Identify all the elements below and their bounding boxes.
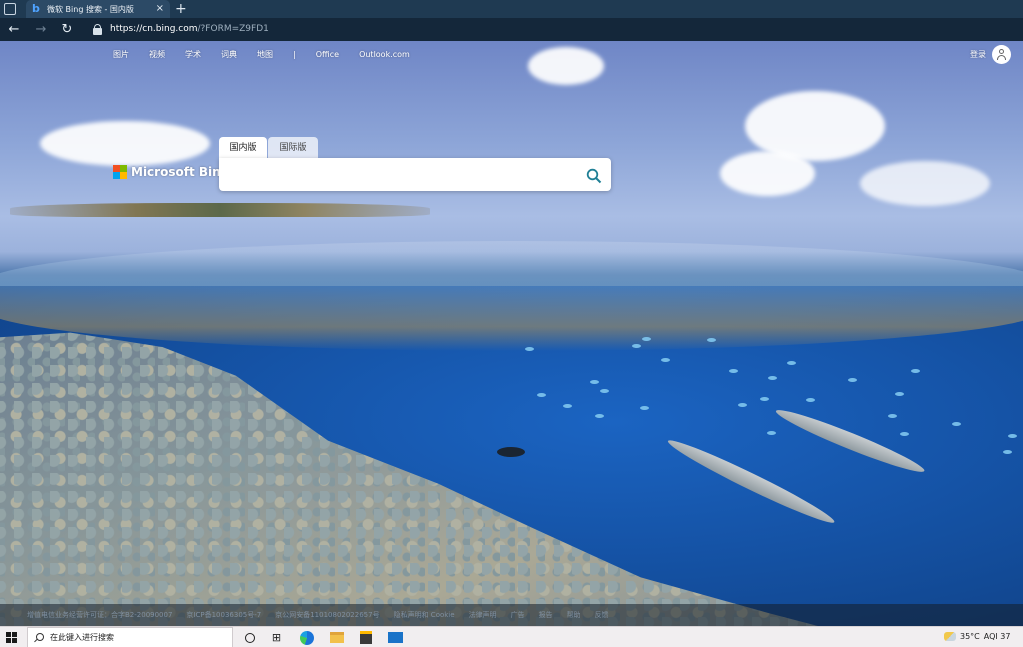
windows-taskbar: 在此键入进行搜索 ⊞ 35°C AQI 37 [0, 626, 1023, 647]
nav-outlook[interactable]: Outlook.com [359, 50, 410, 59]
background-fish [525, 347, 534, 351]
background-fish [642, 337, 651, 341]
taskbar-search-icon [34, 632, 44, 643]
footer-legal[interactable]: 法律声明 [469, 610, 497, 620]
background-fish [729, 369, 738, 373]
tab-title: 微软 Bing 搜索 - 国内版 [47, 4, 134, 14]
microsoft-bing-logo[interactable]: Microsoft Bing [113, 165, 229, 179]
search-box [219, 158, 611, 191]
background-fish [806, 398, 815, 402]
background-island [10, 203, 430, 217]
footer-feedback[interactable]: 反馈 [595, 610, 609, 620]
nav-images[interactable]: 图片 [113, 49, 129, 60]
search-icon[interactable] [586, 168, 602, 184]
background-fish [787, 361, 796, 365]
nav-videos[interactable]: 视频 [149, 49, 165, 60]
browser-tab[interactable]: b 微软 Bing 搜索 - 国内版 × [26, 0, 170, 18]
background-fish [738, 403, 747, 407]
background-fish [848, 378, 857, 382]
tab-international-edition[interactable]: 国际版 [268, 137, 318, 159]
footer-help[interactable]: 帮助 [567, 610, 581, 620]
background-fish [895, 392, 904, 396]
footer-ads[interactable]: 广告 [511, 610, 525, 620]
mail-icon[interactable] [388, 630, 403, 645]
nav-dictionary[interactable]: 词典 [221, 49, 237, 60]
footer-license[interactable]: 增值电信业务经营许可证：合字B2-20090007 [27, 610, 172, 620]
partly-sunny-icon [944, 632, 956, 641]
background-cloud [860, 161, 990, 206]
background-fish [537, 393, 546, 397]
background-fish [911, 369, 920, 373]
background-fish [595, 414, 604, 418]
background-cloud [528, 47, 604, 85]
forward-arrow-icon[interactable]: → [33, 22, 49, 38]
nav-academic[interactable]: 学术 [185, 49, 201, 60]
tab-actions-icon[interactable] [4, 3, 16, 15]
microsoft-logo-icon [113, 165, 127, 179]
sign-in-link[interactable]: 登录 [970, 49, 986, 60]
background-fish [640, 406, 649, 410]
weather-widget[interactable]: 35°C AQI 37 [944, 632, 1010, 641]
edge-browser-icon[interactable] [299, 630, 314, 645]
bing-homepage: 图片 视频 学术 词典 地图 | Office Outlook.com 登录 M… [0, 41, 1023, 626]
tab-close-icon[interactable]: × [156, 4, 164, 14]
background-fish [590, 380, 599, 384]
background-fish [707, 338, 716, 342]
background-fish [600, 389, 609, 393]
logo-text: Microsoft Bing [131, 165, 230, 179]
search-input[interactable] [229, 164, 569, 184]
page-footer: 增值电信业务经营许可证：合字B2-20090007 京ICP备10036305号… [0, 604, 1023, 626]
background-fish [563, 404, 572, 408]
background-fish [1003, 450, 1012, 454]
background-cloud [40, 121, 210, 166]
footer-report[interactable]: 报告 [539, 610, 553, 620]
back-arrow-icon[interactable]: ← [6, 22, 22, 38]
tab-china-edition[interactable]: 国内版 [219, 137, 267, 159]
weather-aqi: AQI 37 [983, 632, 1011, 641]
browser-tab-strip: b 微软 Bing 搜索 - 国内版 × + [0, 0, 1023, 18]
address-bar[interactable]: https://cn.bing.com/?FORM=Z9FD1 [110, 23, 269, 36]
background-fish [952, 422, 961, 426]
user-avatar-icon[interactable] [992, 45, 1011, 64]
background-dark-fish [497, 447, 525, 457]
background-fish [767, 431, 776, 435]
taskbar-search-placeholder: 在此键入进行搜索 [50, 633, 114, 642]
new-tab-icon[interactable]: + [175, 1, 187, 17]
file-explorer-icon[interactable] [329, 630, 344, 645]
background-fish [900, 432, 909, 436]
footer-icp[interactable]: 京ICP备10036305号-7 [186, 610, 261, 620]
background-fish [661, 358, 670, 362]
bing-favicon-icon: b [32, 2, 40, 15]
url-host: https://cn.bing.com [110, 24, 198, 34]
task-view-icon[interactable]: ⊞ [269, 630, 284, 645]
background-fish [1008, 434, 1017, 438]
microsoft-store-icon[interactable] [358, 630, 373, 645]
weather-temperature: 35°C [960, 632, 980, 641]
nav-separator: | [293, 50, 296, 59]
background-waterline [0, 241, 1023, 351]
lock-icon[interactable] [93, 24, 102, 35]
background-fish [632, 344, 641, 348]
top-navigation: 图片 视频 学术 词典 地图 | Office Outlook.com [113, 49, 410, 60]
nav-maps[interactable]: 地图 [257, 49, 273, 60]
background-fish [888, 414, 897, 418]
nav-office[interactable]: Office [316, 50, 339, 59]
browser-toolbar: ← → ↻ https://cn.bing.com/?FORM=Z9FD1 [0, 18, 1023, 41]
background-fish [760, 397, 769, 401]
footer-privacy[interactable]: 隐私声明和 Cookie [394, 610, 455, 620]
background-cloud [720, 151, 815, 196]
taskbar-search-box[interactable]: 在此键入进行搜索 [27, 627, 233, 647]
refresh-icon[interactable]: ↻ [59, 22, 75, 38]
cortana-icon[interactable] [242, 630, 257, 645]
url-path: /?FORM=Z9FD1 [197, 24, 269, 34]
windows-start-icon[interactable] [6, 632, 17, 643]
background-fish [768, 376, 777, 380]
footer-police-record[interactable]: 京公网安备11010802022657号 [275, 610, 379, 620]
